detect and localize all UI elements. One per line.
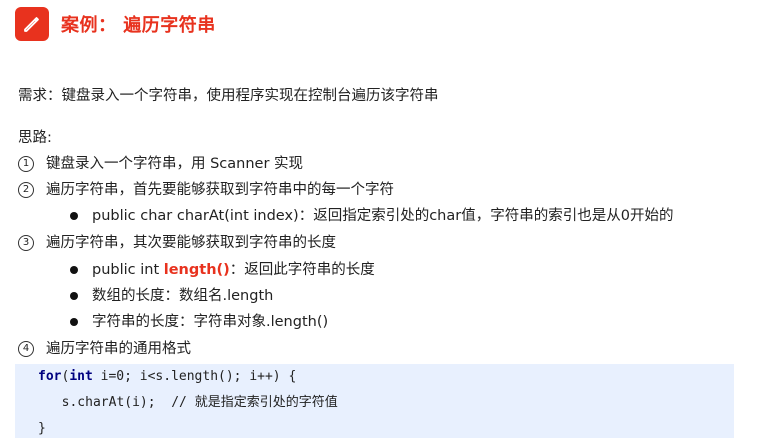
bullet-dot-icon bbox=[70, 292, 78, 300]
requirement-text: 需求：键盘录入一个字符串，使用程序实现在控制台遍历该字符串 bbox=[18, 88, 439, 104]
page-title: 案例： 遍历字符串 bbox=[61, 15, 216, 36]
bullet-array-length: 数组的长度：数组名.length bbox=[70, 286, 273, 306]
step-number-4: 4 bbox=[18, 341, 34, 357]
step-number-1: 1 bbox=[18, 156, 34, 172]
step-3: 3 遍历字符串，其次要能够获取到字符串的长度 bbox=[18, 233, 336, 253]
code-block: for(int i=0; i<s.length(); i++) { s.char… bbox=[15, 364, 734, 438]
bullet-length: public int length() ：返回此字符串的长度 bbox=[70, 260, 375, 280]
step-text-4: 遍历字符串的通用格式 bbox=[46, 341, 191, 357]
bullet-dot-icon bbox=[70, 266, 78, 274]
bullet-dot-icon bbox=[70, 318, 78, 326]
bullet-array-length-text: 数组的长度：数组名.length bbox=[92, 288, 274, 304]
slide-header: 案例： 遍历字符串 bbox=[15, 6, 216, 42]
bullet-length-method: length() bbox=[163, 262, 230, 278]
code-line-2-comment: // 就是指定索引处的字符值 bbox=[171, 395, 338, 410]
step-2: 2 遍历字符串，首先要能够获取到字符串中的每一个字符 bbox=[18, 180, 394, 200]
code-line-1: for(int i=0; i<s.length(); i++) { bbox=[38, 368, 296, 386]
code-line-3: } bbox=[38, 421, 46, 436]
step-number-3: 3 bbox=[18, 235, 34, 251]
bullet-dot-icon bbox=[70, 212, 78, 220]
bullet-length-suffix: ：返回此字符串的长度 bbox=[229, 262, 375, 278]
bullet-charat-text: public char charAt(int index)：返回指定索引处的ch… bbox=[92, 208, 674, 224]
step-text-1: 键盘录入一个字符串，用 Scanner 实现 bbox=[46, 156, 304, 172]
step-4: 4 遍历字符串的通用格式 bbox=[18, 339, 191, 359]
idea-label: 思路: bbox=[18, 130, 52, 146]
step-1: 1 键盘录入一个字符串，用 Scanner 实现 bbox=[18, 154, 303, 174]
bullet-charat: public char charAt(int index)：返回指定索引处的ch… bbox=[70, 206, 673, 226]
code-int-keyword: int bbox=[69, 369, 93, 384]
step-number-2: 2 bbox=[18, 182, 34, 198]
code-line-2-code: s.charAt(i); bbox=[46, 395, 172, 410]
code-for-keyword: for bbox=[38, 369, 62, 384]
pencil-icon bbox=[15, 7, 49, 41]
step-text-3: 遍历字符串，其次要能够获取到字符串的长度 bbox=[46, 235, 336, 251]
step-text-2: 遍历字符串，首先要能够获取到字符串中的每一个字符 bbox=[46, 182, 394, 198]
bullet-length-prefix: public int bbox=[92, 262, 164, 278]
code-line-2: s.charAt(i); // 就是指定索引处的字符值 bbox=[46, 394, 338, 412]
bullet-string-length-text: 字符串的长度：字符串对象.length() bbox=[92, 314, 329, 330]
bullet-string-length: 字符串的长度：字符串对象.length() bbox=[70, 312, 328, 332]
code-line-1-rest: i=0; i<s.length(); i++) { bbox=[92, 369, 297, 384]
